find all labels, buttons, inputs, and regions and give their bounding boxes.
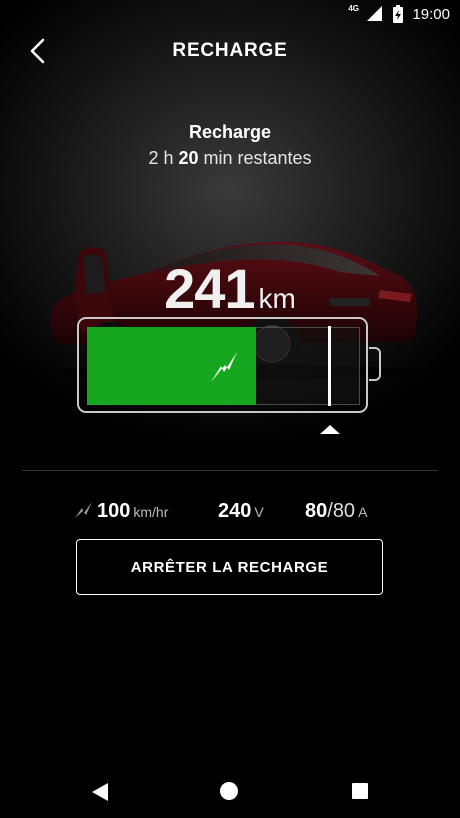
signal-icon [367,6,382,21]
battery-status-icon [393,5,403,23]
charge-speed-stat: 100 km/hr [73,500,168,523]
range-value: 241 [164,257,255,320]
stop-charging-button[interactable]: ARRÊTER LA RECHARGE [76,539,383,595]
voltage-stat: 240 V [218,500,264,523]
estimated-range: 241 km [0,256,460,321]
current-actual: 80 [305,500,328,522]
current-stat: 80/80 A [305,500,367,523]
charging-stats: 100 km/hr 240 V 80/80 A [0,500,460,526]
voltage-value: 240 [218,500,252,522]
range-unit: km [258,283,296,314]
charge-limit-line [328,326,332,406]
charge-speed-unit: km/hr [133,504,169,520]
nav-home-button[interactable] [220,782,238,800]
remaining-prefix: 2 h [148,148,179,168]
current-max: 80 [332,500,356,522]
current-unit: A [358,504,368,520]
charging-speed-icon [75,502,92,518]
network-type: 4G [348,4,359,13]
remaining-suffix: min restantes [198,148,312,168]
nav-back-icon[interactable] [91,782,109,802]
system-nav-bar [0,762,460,818]
voltage-unit: V [254,504,264,520]
status-time: 19:00 [412,6,450,23]
divider [22,470,438,471]
page-title: RECHARGE [172,40,288,61]
charge-speed-value: 100 [97,500,131,522]
status-bar: 4G 19:00 [0,0,460,28]
lightning-bolt-icon [211,352,237,382]
remaining-minutes: 20 [178,148,199,168]
charge-limit-handle[interactable] [319,425,340,434]
nav-recents-button[interactable] [352,783,368,799]
charge-time-remaining: 2 h 20 min restantes [0,148,460,169]
charge-status-title: Recharge [188,122,272,142]
battery-gauge-terminal [369,347,381,381]
